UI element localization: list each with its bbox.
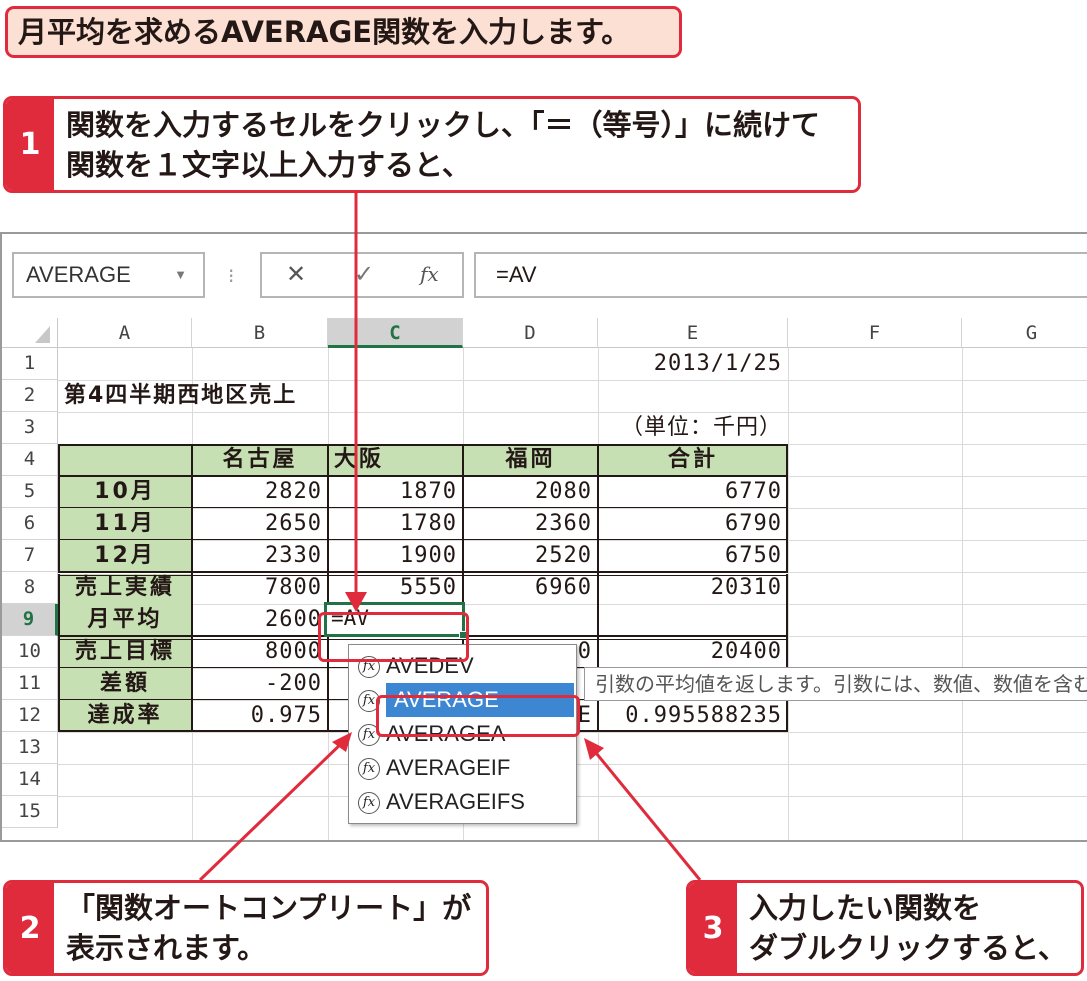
select-all-corner[interactable] xyxy=(2,318,58,348)
cell-e1[interactable]: 2013/1/25 xyxy=(598,348,788,380)
step-1-line-2: 関数を１文字以上入力すると、 xyxy=(66,147,471,182)
function-icon: fx xyxy=(358,758,380,781)
autocomplete-item[interactable]: fx AVERAGEIFS xyxy=(352,785,525,819)
cell-d6[interactable]: 2360 xyxy=(463,508,598,540)
cell-d8[interactable]: 6960 xyxy=(463,572,598,604)
row-header-8[interactable]: 8 xyxy=(2,572,58,604)
cell-b7[interactable]: 2330 xyxy=(192,540,328,572)
cell-c5[interactable]: 1870 xyxy=(328,476,463,508)
autocomplete-item-label: AVERAGEIF xyxy=(386,755,511,780)
excel-window: AVERAGE ▼ ⁝ ✕ ✓ fx =AV A B C D E F G 1 2… xyxy=(0,232,1087,842)
row-header-11[interactable]: 11 xyxy=(2,668,58,700)
row-header-12[interactable]: 12 xyxy=(2,700,58,732)
cell-b12[interactable]: 0.975 xyxy=(192,700,328,732)
gridline xyxy=(962,348,963,840)
cell-a8[interactable]: 売上実績 xyxy=(58,572,192,604)
cell-a6[interactable]: 11月 xyxy=(58,508,192,540)
cell-a5[interactable]: 10月 xyxy=(58,476,192,508)
step-2-line-2: 表示されます。 xyxy=(66,931,267,965)
cell-e3[interactable]: （単位：千円） xyxy=(598,412,788,444)
cell-d5[interactable]: 2080 xyxy=(463,476,598,508)
cell-c6[interactable]: 1780 xyxy=(328,508,463,540)
insert-function-icon[interactable]: fx xyxy=(420,262,439,286)
step-3-line-2: ダブルクリックすると、 xyxy=(749,931,1067,965)
function-icon: fx xyxy=(358,792,380,815)
cell-b5[interactable]: 2820 xyxy=(192,476,328,508)
autocomplete-item-label: AVERAGEIFS xyxy=(386,789,525,814)
highlight-average-item xyxy=(376,695,580,737)
formula-bar-input[interactable]: =AV xyxy=(474,252,1087,298)
cell-e6[interactable]: 6790 xyxy=(598,508,788,540)
cell-a11[interactable]: 差額 xyxy=(58,668,192,700)
row-header-14[interactable]: 14 xyxy=(2,764,58,796)
col-header-e[interactable]: E xyxy=(598,318,788,348)
cell-d4[interactable]: 福岡 xyxy=(463,444,598,476)
cell-a2[interactable]: 第4四半期西地区売上 xyxy=(64,380,464,412)
highlight-active-cell xyxy=(318,612,469,662)
step-2-callout: 2 「関数オートコンプリート」が 表示されます。 xyxy=(3,880,489,976)
col-header-a[interactable]: A xyxy=(58,318,192,348)
step-3-callout: 3 入力したい関数を ダブルクリックすると、 xyxy=(686,880,1084,976)
step-3-number: 3 xyxy=(689,883,737,973)
cell-c8[interactable]: 5550 xyxy=(328,572,463,604)
cell-e7[interactable]: 6750 xyxy=(598,540,788,572)
drag-handle-icon[interactable]: ⁝ xyxy=(228,264,234,288)
cell-b9[interactable]: 2600 xyxy=(192,604,328,636)
row-header-7[interactable]: 7 xyxy=(2,540,58,572)
row-header-6[interactable]: 6 xyxy=(2,508,58,540)
step-2-number: 2 xyxy=(6,883,54,973)
title-banner: 月平均を求めるAVERAGE関数を入力します。 xyxy=(5,6,682,58)
chevron-down-icon[interactable]: ▼ xyxy=(174,254,187,296)
step-1-callout: 1 関数を入力するセルをクリックし、「＝（等号）」に続けて 関数を１文字以上入力… xyxy=(3,96,861,193)
cell-c4[interactable]: 大阪 xyxy=(334,444,463,476)
row-header-13[interactable]: 13 xyxy=(2,732,58,764)
cell-e4[interactable]: 合計 xyxy=(598,444,788,476)
cell-b6[interactable]: 2650 xyxy=(192,508,328,540)
step-1-number: 1 xyxy=(6,99,54,190)
col-header-c[interactable]: C xyxy=(328,318,463,348)
function-tooltip: 引数の平均値を返します。引数には、数値、数値を含む xyxy=(584,667,1087,701)
cell-e10[interactable]: 20400 xyxy=(598,636,788,668)
gridline xyxy=(58,412,1087,413)
cell-e8[interactable]: 20310 xyxy=(598,572,788,604)
cell-a7[interactable]: 12月 xyxy=(58,540,192,572)
row-header-5[interactable]: 5 xyxy=(2,476,58,508)
cell-b10[interactable]: 8000 xyxy=(192,636,328,668)
col-header-g[interactable]: G xyxy=(962,318,1087,348)
cell-c7[interactable]: 1900 xyxy=(328,540,463,572)
cell-b4[interactable]: 名古屋 xyxy=(192,444,328,476)
gridline xyxy=(788,348,789,840)
row-header-3[interactable]: 3 xyxy=(2,412,58,444)
row-header-10[interactable]: 10 xyxy=(2,636,58,668)
col-header-b[interactable]: B xyxy=(192,318,328,348)
worksheet-grid[interactable]: A B C D E F G 1 2 3 4 5 6 7 8 9 10 11 12… xyxy=(2,318,1087,840)
name-box-value: AVERAGE xyxy=(26,262,131,287)
cell-b8[interactable]: 7800 xyxy=(192,572,328,604)
col-header-f[interactable]: F xyxy=(788,318,962,348)
row-header-9[interactable]: 9 xyxy=(2,604,58,636)
cell-b11[interactable]: -200 xyxy=(192,668,328,700)
cell-d7[interactable]: 2520 xyxy=(463,540,598,572)
cell-a9[interactable]: 月平均 xyxy=(58,604,192,636)
cell-e5[interactable]: 6770 xyxy=(598,476,788,508)
cell-a10[interactable]: 売上目標 xyxy=(58,636,192,668)
cancel-icon[interactable]: ✕ xyxy=(286,260,306,288)
row-header-15[interactable]: 15 xyxy=(2,796,58,828)
name-box[interactable]: AVERAGE ▼ xyxy=(12,252,205,298)
cell-a12[interactable]: 達成率 xyxy=(58,700,192,732)
row-header-1[interactable]: 1 xyxy=(2,348,58,380)
col-header-d[interactable]: D xyxy=(463,318,598,348)
step-1-line-1: 関数を入力するセルをクリックし、「＝（等号）」に続けて xyxy=(66,107,821,142)
formula-buttons: ✕ ✓ fx xyxy=(260,252,464,298)
check-icon[interactable]: ✓ xyxy=(354,260,374,288)
autocomplete-item[interactable]: fx AVERAGEIF xyxy=(352,751,510,785)
cell-e12[interactable]: 0.995588235 xyxy=(598,700,788,732)
row-header-4[interactable]: 4 xyxy=(2,444,58,476)
step-2-line-1: 「関数オートコンプリート」が xyxy=(66,891,472,925)
row-header-2[interactable]: 2 xyxy=(2,380,58,412)
step-3-line-1: 入力したい関数を xyxy=(749,891,982,925)
